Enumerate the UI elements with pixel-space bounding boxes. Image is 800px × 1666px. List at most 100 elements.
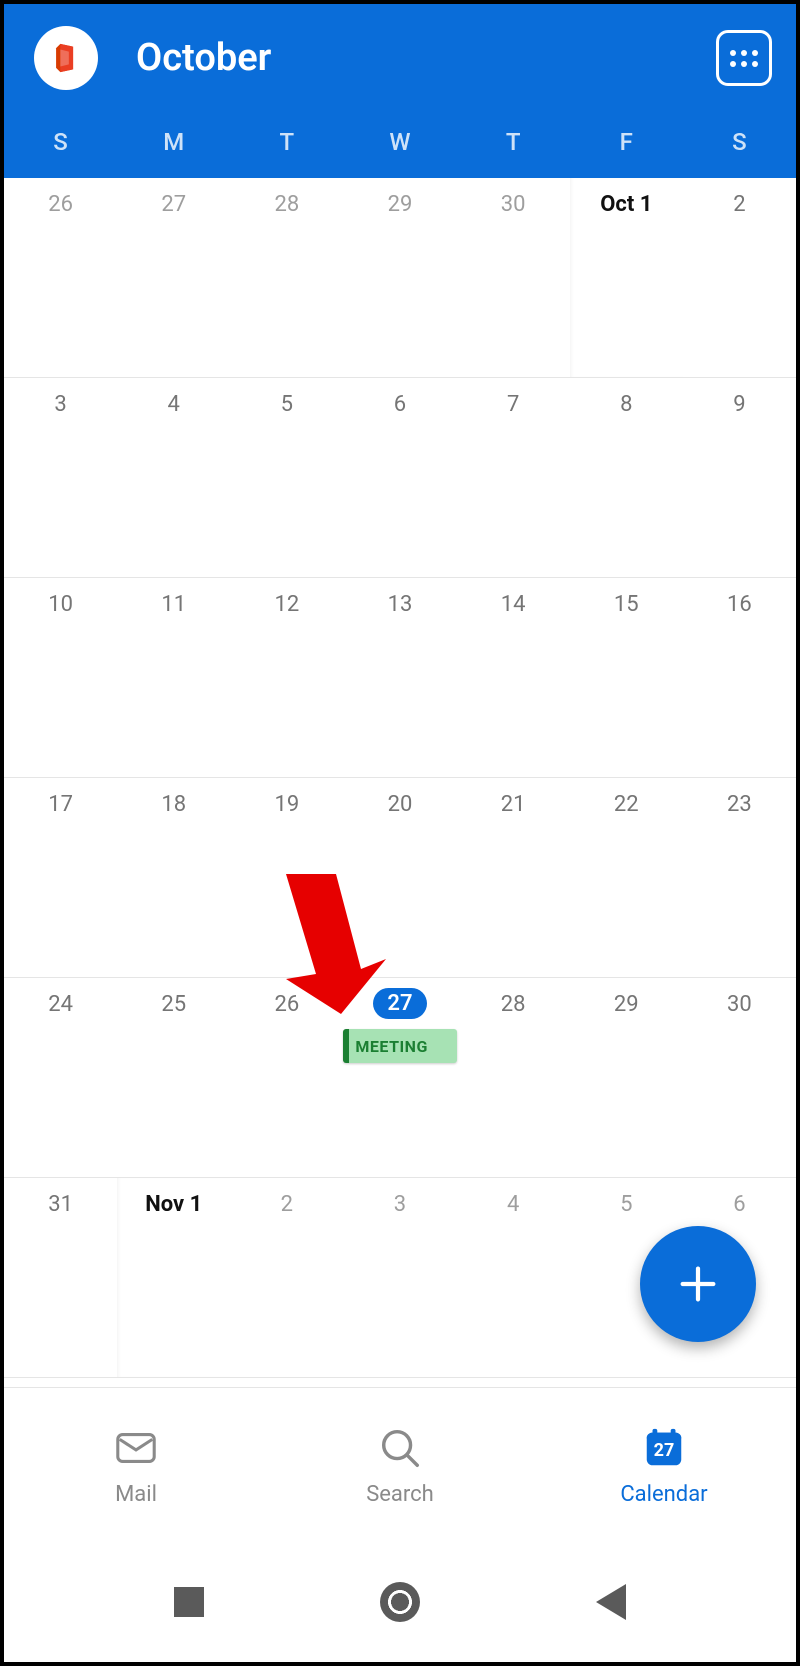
date-number: 3 [41,388,81,422]
today-date-pill: 27 [373,988,426,1019]
calendar-cell[interactable]: 26 [4,178,117,378]
calendar-cell[interactable]: 8 [570,378,683,578]
calendar-cell[interactable]: 11 [117,578,230,778]
date-number: 4 [154,388,194,422]
weekday-row: S M T W T F S [4,120,796,178]
date-number: 27 [153,188,194,222]
weekday-label: W [343,128,456,156]
tab-calendar[interactable]: 27 Calendar [532,1388,796,1542]
date-number: 6 [719,1188,759,1222]
calendar-cell[interactable]: 18 [117,778,230,978]
date-number: 15 [606,588,647,622]
calendar-cell[interactable]: 29 [570,978,683,1178]
calendar-cell[interactable]: 24 [4,978,117,1178]
nav-home-button[interactable] [380,1582,420,1622]
header: October S M T W T F S [4,4,796,178]
date-number: 19 [266,788,307,822]
tab-search[interactable]: Search [268,1388,532,1542]
calendar-cell[interactable]: 26 [230,978,343,1178]
add-event-button[interactable] [640,1226,756,1342]
month-title[interactable]: October [136,36,716,80]
calendar-cell[interactable]: 12 [230,578,343,778]
calendar-cell[interactable]: 27 [117,178,230,378]
calendar-cell[interactable]: 10 [4,578,117,778]
calendar-event[interactable]: MEETING [343,1029,456,1063]
calendar-cell[interactable]: Nov 1 [117,1178,230,1378]
calendar-cell[interactable]: 3 [4,378,117,578]
nav-recent-button[interactable] [169,1582,209,1622]
date-number: 29 [380,188,421,222]
date-number: 21 [493,788,534,822]
bottom-tab-bar: Mail Search 27 Calendar [4,1387,796,1542]
calendar-cell[interactable]: 17 [4,778,117,978]
system-nav-bar [4,1542,796,1662]
date-number: 11 [153,588,194,622]
calendar-cell[interactable]: 14 [457,578,570,778]
date-number: 28 [493,988,534,1022]
date-number: Nov 1 [137,1188,210,1222]
calendar-cell[interactable]: 31 [4,1178,117,1378]
calendar-cell[interactable]: 13 [343,578,456,778]
date-number: 16 [719,588,760,622]
date-number: 30 [493,188,534,222]
date-number: 17 [40,788,81,822]
date-number: 3 [380,1188,420,1222]
calendar-cell[interactable]: 9 [683,378,796,578]
calendar-cell[interactable]: 20 [343,778,456,978]
calendar-cell[interactable]: 4 [457,1178,570,1378]
calendar-cell[interactable]: 4 [117,378,230,578]
date-number: 14 [493,588,534,622]
date-number: 30 [719,988,760,1022]
calendar-cell[interactable]: 2 [683,178,796,378]
date-number: 5 [267,388,307,422]
date-number: 26 [266,988,307,1022]
calendar-cell[interactable]: 3 [343,1178,456,1378]
calendar-icon: 27 [640,1424,688,1472]
profile-avatar[interactable] [34,26,98,90]
calendar-cell[interactable]: Oct 1 [570,178,683,378]
calendar-cell[interactable]: 2 [230,1178,343,1378]
weekday-label: S [683,128,796,156]
tab-label: Mail [115,1482,157,1507]
date-number: 8 [606,388,646,422]
tab-label: Calendar [620,1482,707,1507]
plus-icon [675,1261,721,1307]
search-icon [376,1424,424,1472]
calendar-cell[interactable]: 29 [343,178,456,378]
calendar-cell[interactable]: 28 [457,978,570,1178]
tab-label: Search [366,1482,434,1507]
date-number: 2 [267,1188,307,1222]
calendar-cell[interactable]: 27 MEETING [343,978,456,1178]
date-number: 18 [153,788,194,822]
calendar-cell[interactable]: 25 [117,978,230,1178]
calendar-cell[interactable]: 23 [683,778,796,978]
calendar-icon-day: 27 [654,1440,675,1461]
date-number: 20 [380,788,421,822]
calendar-cell[interactable]: 28 [230,178,343,378]
calendar-cell[interactable]: 22 [570,778,683,978]
calendar-grid: 2627282930Oct 12345678910111213141516171… [4,178,796,1378]
calendar-cell[interactable]: 5 [230,378,343,578]
calendar-cell[interactable]: 7 [457,378,570,578]
weekday-label: T [230,128,343,156]
date-number: Oct 1 [592,188,660,222]
calendar-cell[interactable]: 16 [683,578,796,778]
calendar-cell[interactable]: 19 [230,778,343,978]
calendar-cell[interactable]: 15 [570,578,683,778]
view-toggle-button[interactable] [716,30,772,86]
date-number: 24 [40,988,81,1022]
calendar-cell[interactable]: 21 [457,778,570,978]
date-number: 26 [40,188,81,222]
weekday-label: M [117,128,230,156]
date-number: 6 [380,388,420,422]
tab-mail[interactable]: Mail [4,1388,268,1542]
calendar-cell[interactable]: 30 [457,178,570,378]
date-number: 9 [719,388,759,422]
date-number: 25 [153,988,194,1022]
mail-icon [112,1424,160,1472]
date-number: 23 [719,788,760,822]
calendar-cell[interactable]: 30 [683,978,796,1178]
date-number: 29 [606,988,647,1022]
nav-back-button[interactable] [591,1582,631,1622]
calendar-cell[interactable]: 6 [343,378,456,578]
